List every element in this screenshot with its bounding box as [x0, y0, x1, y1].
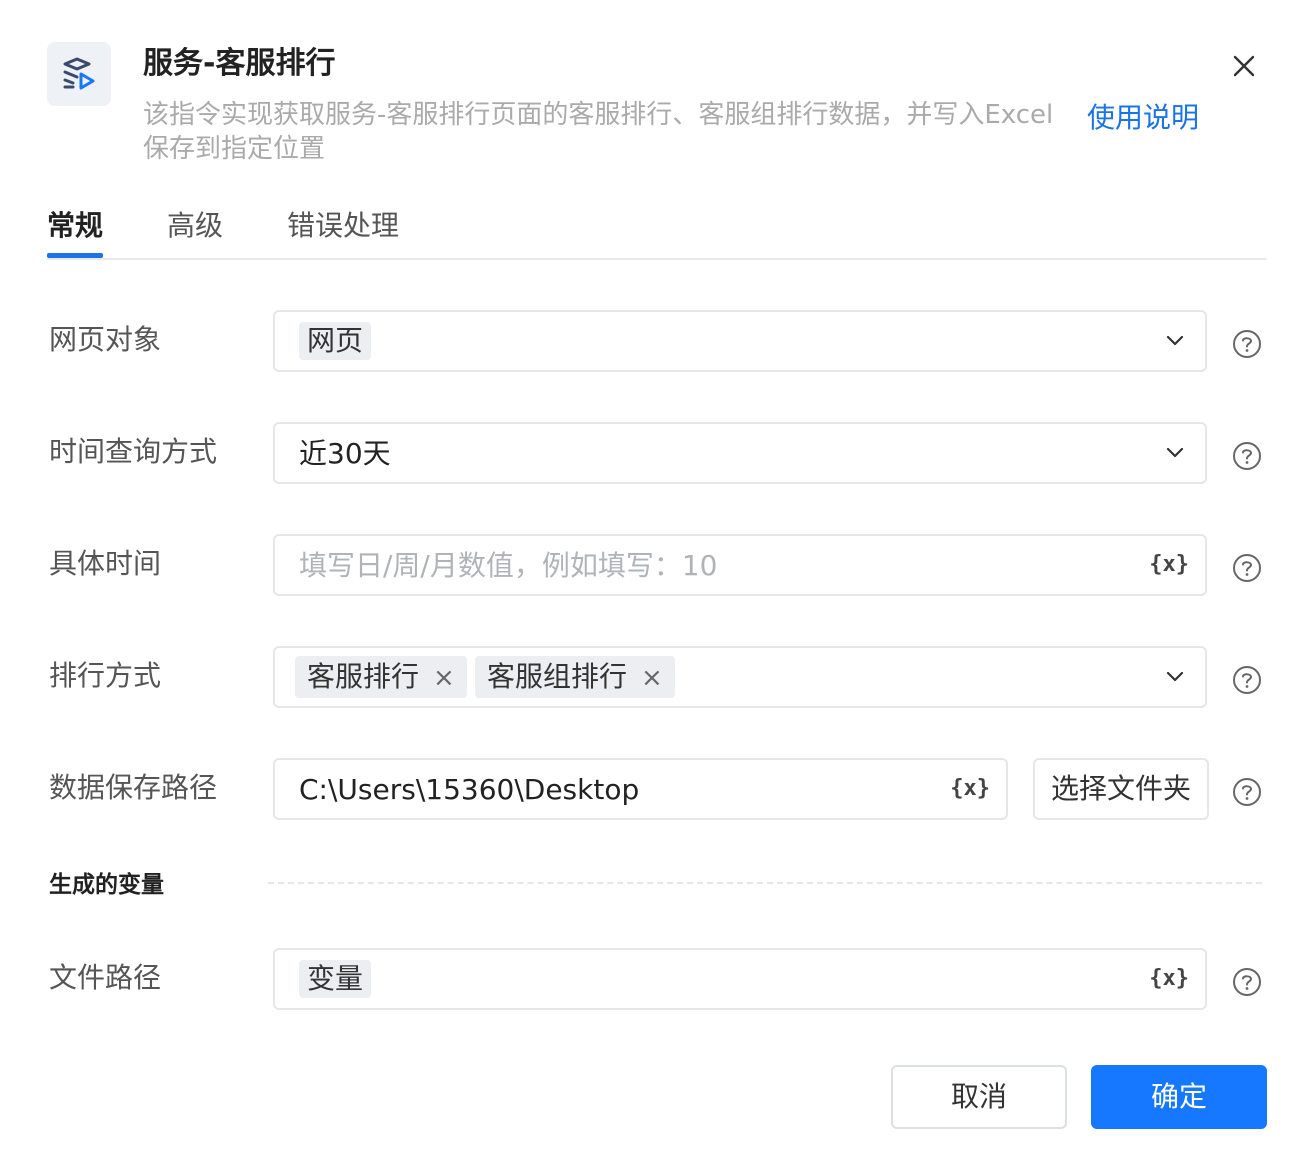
dialog: 服务-客服排行 该指令实现获取服务-客服排行页面的客服排行、客服组排行数据，并写… [0, 0, 1314, 1174]
help-icon[interactable] [1232, 553, 1262, 583]
help-link[interactable]: 使用说明 [1087, 98, 1199, 138]
choose-folder-button[interactable]: 选择文件夹 [1033, 758, 1209, 820]
rank-mode-label: 排行方式 [49, 659, 162, 692]
tab-advanced[interactable]: 高级 [167, 206, 223, 246]
save-path-label: 数据保存路径 [49, 771, 218, 804]
help-icon[interactable] [1232, 777, 1262, 807]
save-path-input[interactable]: C:\Users\15360\Desktop {x} [273, 758, 1008, 820]
time-query-value: 近30天 [299, 437, 391, 470]
help-icon[interactable] [1232, 665, 1262, 695]
rank-mode-multiselect[interactable]: 客服排行 × 客服组排行 × [273, 646, 1207, 708]
variable-tag: 变量 [299, 960, 372, 998]
rank-mode-tag: 客服排行 × [295, 656, 467, 698]
dialog-title: 服务-客服排行 [143, 46, 336, 81]
chevron-down-icon [1166, 671, 1184, 682]
dialog-description: 该指令实现获取服务-客服排行页面的客服排行、客服组排行数据，并写入Excel保存… [143, 100, 1054, 164]
tag-label: 客服组排行 [487, 660, 628, 693]
tab-error-handling[interactable]: 错误处理 [287, 206, 399, 246]
tab-bar: 常规 高级 错误处理 [47, 200, 1267, 260]
web-object-label: 网页对象 [49, 323, 162, 356]
time-query-label: 时间查询方式 [49, 435, 218, 468]
rank-mode-tag: 客服组排行 × [475, 656, 675, 698]
generated-variables-title: 生成的变量 [49, 872, 164, 898]
close-icon[interactable] [1226, 48, 1262, 84]
cancel-button[interactable]: 取消 [891, 1065, 1067, 1129]
section-divider [268, 882, 1262, 884]
specific-time-input[interactable]: 填写日/周/月数值，例如填写：10 {x} [273, 534, 1207, 596]
specific-time-label: 具体时间 [49, 547, 162, 580]
variable-button[interactable]: {x} [950, 774, 990, 804]
time-query-select[interactable]: 近30天 [273, 422, 1207, 484]
web-object-select[interactable]: 网页 [273, 310, 1207, 372]
variable-button[interactable]: {x} [1149, 550, 1189, 580]
web-object-tag: 网页 [299, 322, 372, 360]
file-path-variable-input[interactable]: 变量 {x} [273, 948, 1207, 1010]
tag-label: 客服排行 [307, 660, 420, 693]
tag-close-icon[interactable]: × [641, 663, 663, 693]
variable-button[interactable]: {x} [1149, 964, 1189, 994]
file-path-label: 文件路径 [49, 961, 162, 994]
confirm-button[interactable]: 确定 [1091, 1065, 1267, 1129]
chevron-down-icon [1166, 335, 1184, 346]
tab-general[interactable]: 常规 [47, 206, 103, 246]
specific-time-placeholder: 填写日/周/月数值，例如填写：10 [299, 549, 718, 582]
chevron-down-icon [1166, 447, 1184, 458]
help-icon[interactable] [1232, 329, 1262, 359]
save-path-value: C:\Users\15360\Desktop [299, 773, 640, 806]
help-icon[interactable] [1232, 441, 1262, 471]
service-rank-icon [47, 42, 111, 106]
tag-close-icon[interactable]: × [433, 663, 455, 693]
active-tab-indicator [47, 253, 103, 258]
help-icon[interactable] [1232, 967, 1262, 997]
